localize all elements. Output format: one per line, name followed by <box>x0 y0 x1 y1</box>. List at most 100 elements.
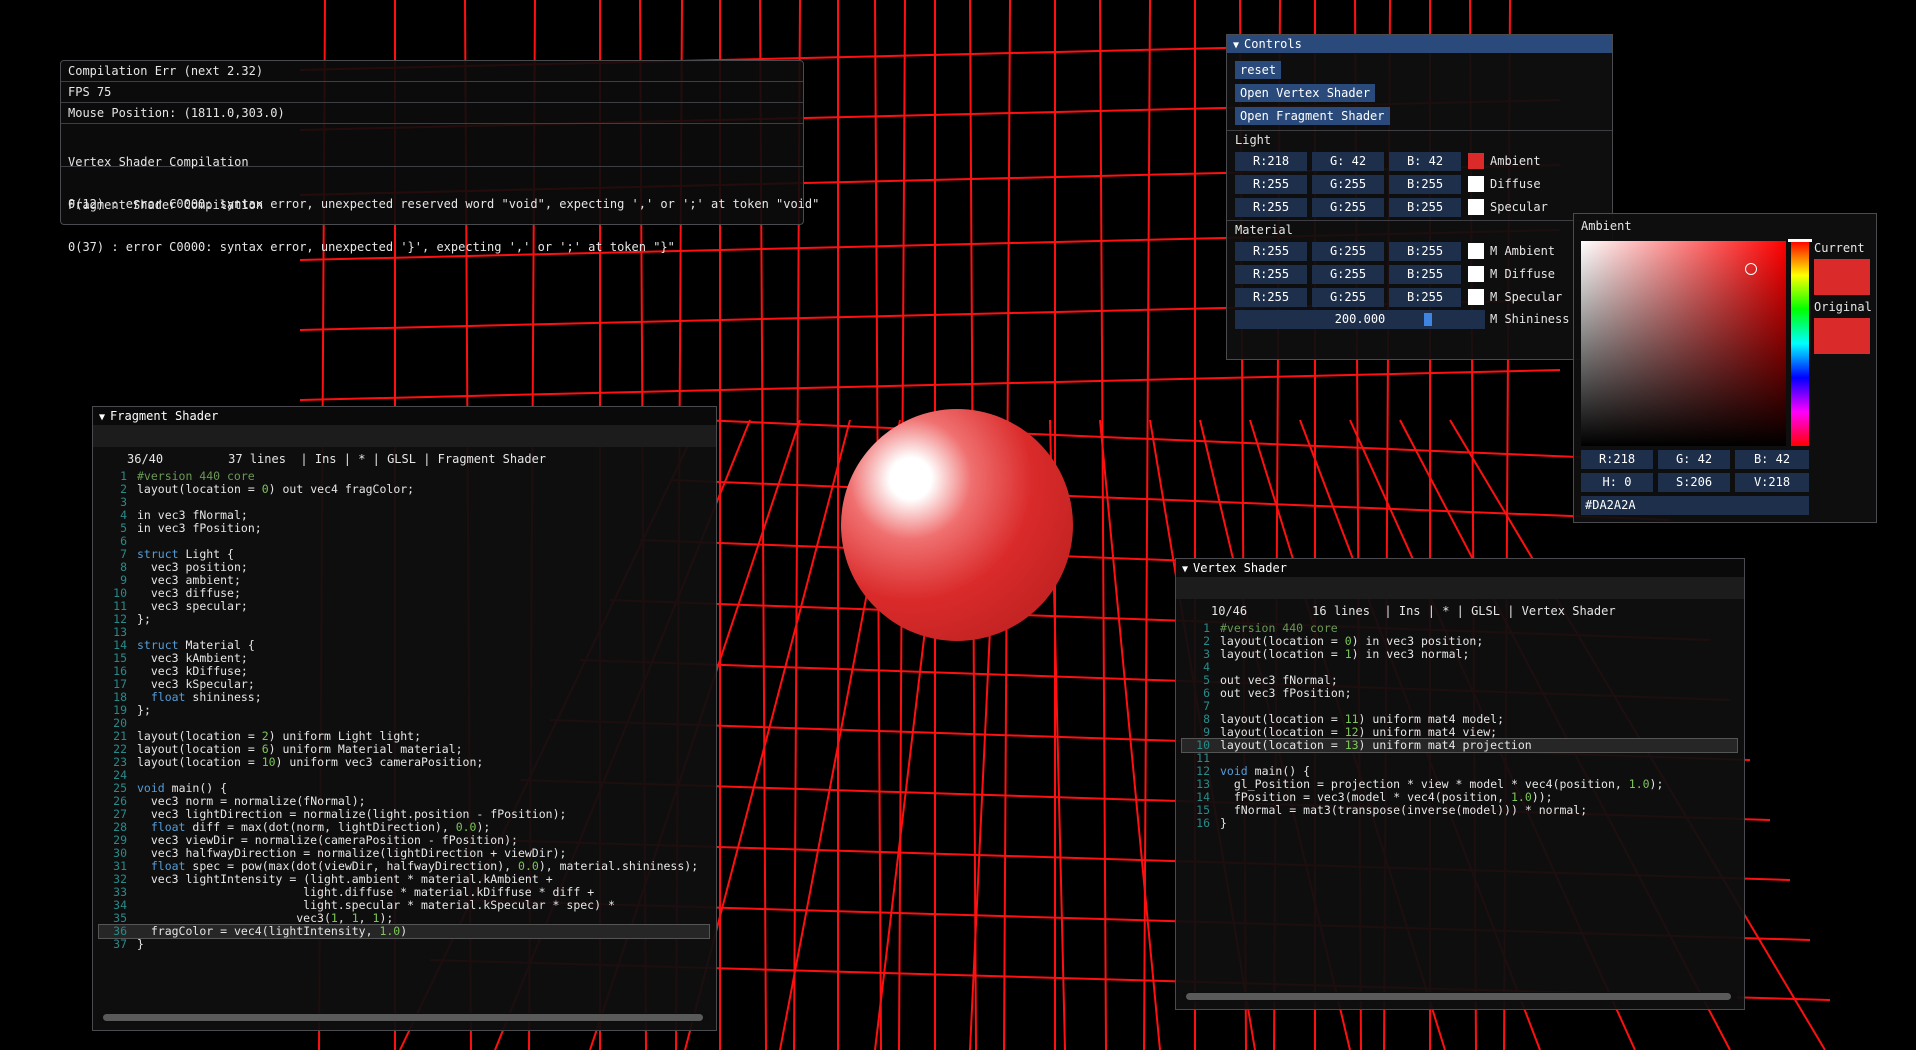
light-g-field[interactable]: G: 42 <box>1312 152 1384 171</box>
light-r-field[interactable]: R:255 <box>1235 175 1307 194</box>
controls-titlebar[interactable]: ▼ Controls <box>1227 35 1612 53</box>
open-fragment-shader-button[interactable]: Open Fragment Shader <box>1235 107 1390 125</box>
fragment-shader-window: ▼ Fragment Shader 36/40 37 lines | Ins | … <box>92 406 717 1031</box>
material-label: M Ambient <box>1490 244 1556 258</box>
light-label: Diffuse <box>1490 177 1541 191</box>
material-r-field[interactable]: R:255 <box>1235 265 1307 284</box>
material-g-field[interactable]: G:255 <box>1312 265 1384 284</box>
light-color-swatch[interactable] <box>1468 176 1484 192</box>
code-line[interactable]: 2 layout(location = 0) out vec4 fragColor… <box>99 483 709 496</box>
code-line[interactable]: 11 vec3 specular; <box>99 600 709 613</box>
code-line[interactable]: 37} <box>99 938 709 951</box>
light-color-swatch[interactable] <box>1468 199 1484 215</box>
material-color-swatch[interactable] <box>1468 243 1484 259</box>
code-line[interactable]: 36 fragColor = vec4(lightIntensity, 1.0) <box>98 924 710 939</box>
slider-grab-handle[interactable] <box>1424 313 1432 326</box>
light-color-swatch[interactable] <box>1468 153 1484 169</box>
shininess-slider[interactable]: 200.000 <box>1235 310 1485 329</box>
code-line[interactable]: 5 in vec3 fPosition; <box>99 522 709 535</box>
original-label: Original <box>1814 300 1872 314</box>
line-text: vec3 kSpecular; <box>150 677 255 691</box>
vertex-code-area[interactable]: 1 #version 440 core 2 layout(location = 0) … <box>1181 622 1738 830</box>
saturation-value-square[interactable] <box>1581 241 1786 446</box>
code-line[interactable]: 6 out vec3 fPosition; <box>1182 687 1737 700</box>
material-color-swatch[interactable] <box>1468 266 1484 282</box>
line-text: struct Material { <box>137 638 255 652</box>
line-text: vec3(1, 1, 1); <box>296 911 394 925</box>
hue-marker-icon[interactable] <box>1788 239 1812 242</box>
line-text: vec3 lightIntensity = (light.ambient * m… <box>150 872 553 886</box>
material-b-field[interactable]: B:255 <box>1389 242 1461 261</box>
picker-s-field[interactable]: S:206 <box>1658 473 1730 492</box>
code-line[interactable]: 16} <box>1182 817 1737 830</box>
line-text: vec3 kDiffuse; <box>150 664 248 678</box>
scrollbar-thumb[interactable] <box>103 1014 703 1021</box>
fragment-code-area[interactable]: 1 #version 440 core 2 layout(location = 0) … <box>98 470 710 951</box>
horizontal-scrollbar[interactable] <box>1182 992 1737 1001</box>
material-color-swatch[interactable] <box>1468 289 1484 305</box>
reset-button[interactable]: reset <box>1235 61 1282 79</box>
open-vertex-shader-button[interactable]: Open Vertex Shader <box>1235 84 1376 102</box>
code-line[interactable]: 15 fNormal = mat3(transpose(inverse(mode… <box>1182 804 1737 817</box>
line-text: } <box>137 937 144 951</box>
stats-overlay: Compilation Err (next 2.32) FPS 75 Mouse… <box>60 60 819 254</box>
fragment-shader-titlebar[interactable]: ▼ Fragment Shader <box>93 407 716 425</box>
grid-line <box>1099 0 1107 1050</box>
hue-bar[interactable] <box>1788 239 1812 446</box>
material-g-field[interactable]: G:255 <box>1312 242 1384 261</box>
picker-v-field[interactable]: V:218 <box>1735 473 1809 492</box>
material-b-field[interactable]: B:255 <box>1389 265 1461 284</box>
light-label: Specular <box>1490 200 1548 214</box>
code-line[interactable]: 19}; <box>99 704 709 717</box>
code-line[interactable]: 10 layout(location = 13) uniform mat4 pro… <box>1181 738 1738 753</box>
line-text: vec3 viewDir = normalize(cameraPosition … <box>150 833 518 847</box>
collapse-triangle-icon[interactable]: ▼ <box>1182 564 1188 575</box>
light-r-field[interactable]: R:255 <box>1235 198 1307 217</box>
current-label: Current <box>1814 241 1865 255</box>
material-r-field[interactable]: R:255 <box>1235 288 1307 307</box>
original-color-swatch[interactable] <box>1814 318 1870 354</box>
line-text: }; <box>137 612 151 626</box>
line-text: layout(location = 11) uniform mat4 model… <box>1220 712 1505 726</box>
material-b-field[interactable]: B:255 <box>1389 288 1461 307</box>
line-text: float shininess; <box>150 690 262 704</box>
horizontal-scrollbar[interactable] <box>99 1013 709 1022</box>
light-b-field[interactable]: B:255 <box>1389 175 1461 194</box>
vertex-shader-title: Vertex Shader <box>1193 561 1287 575</box>
light-g-field[interactable]: G:255 <box>1312 175 1384 194</box>
line-text: layout(location = 13) uniform mat4 proje… <box>1220 738 1532 752</box>
light-g-field[interactable]: G:255 <box>1312 198 1384 217</box>
code-line[interactable]: 3 layout(location = 1) in vec3 normal; <box>1182 648 1737 661</box>
picker-cursor[interactable] <box>1745 263 1757 275</box>
picker-hex-field[interactable]: #DA2A2A <box>1581 496 1809 515</box>
code-line[interactable]: 18 float shininess; <box>99 691 709 704</box>
scrollbar-thumb[interactable] <box>1186 993 1731 1000</box>
material-r-field[interactable]: R:255 <box>1235 242 1307 261</box>
picker-b-field[interactable]: B: 42 <box>1735 450 1809 469</box>
code-line[interactable]: 23 layout(location = 10) uniform vec3 cam… <box>99 756 709 769</box>
light-b-field[interactable]: B: 42 <box>1389 152 1461 171</box>
light-r-field[interactable]: R:218 <box>1235 152 1307 171</box>
collapse-triangle-icon[interactable]: ▼ <box>99 412 105 423</box>
fragment-compile-error: 0(37) : error C0000: syntax error, unexp… <box>68 240 675 254</box>
line-text: } <box>1220 816 1227 830</box>
picker-title: Ambient <box>1581 219 1632 233</box>
code-line[interactable]: 12}; <box>99 613 709 626</box>
mouse-position: Mouse Position: (1811.0,303.0) <box>61 103 803 124</box>
light-b-field[interactable]: B:255 <box>1389 198 1461 217</box>
collapse-triangle-icon[interactable]: ▼ <box>1233 40 1239 51</box>
line-text: in vec3 fNormal; <box>137 508 248 522</box>
controls-window: ▼ Controls reset Open Vertex Shader Open … <box>1226 34 1613 360</box>
line-text: void main() { <box>137 781 228 795</box>
material-g-field[interactable]: G:255 <box>1312 288 1384 307</box>
material-label: M Diffuse <box>1490 267 1556 281</box>
vertex-shader-titlebar[interactable]: ▼ Vertex Shader <box>1176 559 1744 577</box>
line-text: in vec3 fPosition; <box>137 521 262 535</box>
picker-r-field[interactable]: R:218 <box>1581 450 1653 469</box>
light-label: Ambient <box>1490 154 1541 168</box>
line-text: layout(location = 12) uniform mat4 view; <box>1220 725 1498 739</box>
picker-g-field[interactable]: G: 42 <box>1658 450 1730 469</box>
line-text: fragColor = vec4(lightIntensity, 1.0) <box>150 924 408 938</box>
picker-h-field[interactable]: H: 0 <box>1581 473 1653 492</box>
line-number: 37 <box>113 937 127 951</box>
